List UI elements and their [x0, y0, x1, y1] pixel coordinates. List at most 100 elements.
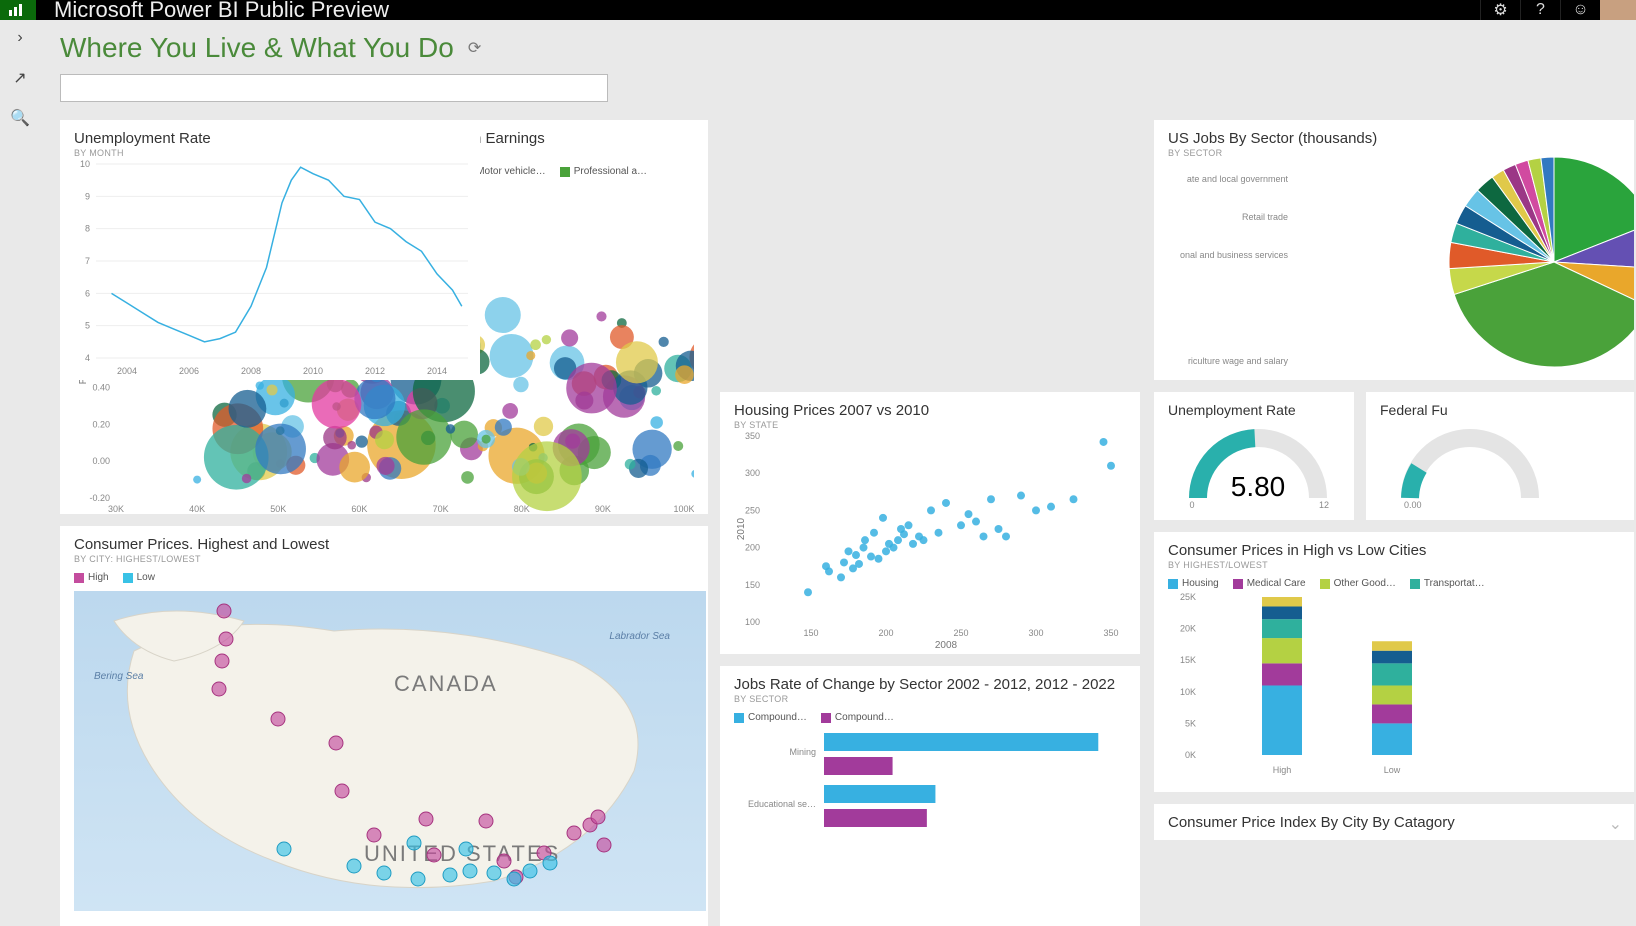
bar-chart: Mining Educational se…: [734, 723, 1134, 903]
tile-unemployment-line[interactable]: Unemployment Rate BY MONTH 4 5 6 7 8 9 10 2004 2…: [60, 120, 480, 380]
tile-title: Unemployment Rate: [1168, 402, 1340, 418]
svg-text:0.00: 0.00: [1404, 500, 1422, 508]
map: Bering Sea Labrador Sea CANADA UNITED ST…: [74, 591, 706, 911]
svg-text:12: 12: [1319, 500, 1329, 508]
svg-text:100K: 100K: [673, 504, 694, 514]
help-button[interactable]: ?: [1520, 0, 1560, 20]
search-icon: 🔍: [10, 108, 30, 128]
svg-text:350: 350: [745, 431, 760, 441]
settings-button[interactable]: ⚙: [1480, 0, 1520, 20]
svg-text:150: 150: [745, 580, 760, 590]
tile-jobs-pie[interactable]: US Jobs By Sector (thousands) BY SECTOR …: [1154, 120, 1634, 380]
tile-subtitle: BY SECTOR: [734, 694, 1126, 704]
tile-subtitle: BY CITY: HIGHEST/LOWEST: [74, 554, 694, 564]
qa-input[interactable]: [60, 74, 608, 102]
pie-chart: [1424, 152, 1634, 372]
svg-text:10K: 10K: [1180, 687, 1196, 697]
svg-text:Educational se…: Educational se…: [748, 799, 816, 809]
nav-expand-button[interactable]: ›: [8, 26, 32, 50]
tile-consumer-bars[interactable]: Consumer Prices in High vs Low Cities BY…: [1154, 532, 1634, 792]
tile-title: Federal Fu: [1380, 402, 1620, 418]
svg-text:300: 300: [1028, 628, 1043, 638]
app-logo[interactable]: [0, 0, 36, 20]
gear-icon: ⚙: [1493, 0, 1507, 20]
svg-text:70K: 70K: [433, 504, 449, 514]
svg-text:5.80: 5.80: [1231, 471, 1286, 502]
chart-legend: HighLow: [74, 572, 694, 583]
tile-unemp-gauge[interactable]: Unemployment Rate 5.80012: [1154, 392, 1354, 520]
svg-text:300: 300: [745, 468, 760, 478]
svg-text:2004: 2004: [117, 366, 137, 376]
gauge-chart: 0.00: [1380, 418, 1560, 508]
svg-text:7: 7: [85, 256, 90, 266]
svg-text:100: 100: [745, 617, 760, 627]
svg-text:200: 200: [745, 543, 760, 553]
page-title: Where You Live & What You Do: [60, 32, 454, 64]
pie-label: onal and business services: [1168, 250, 1288, 260]
svg-text:Low: Low: [1384, 765, 1401, 775]
tile-subtitle: BY MONTH: [74, 148, 466, 158]
svg-text:-0.20: -0.20: [89, 493, 110, 503]
svg-text:25K: 25K: [1180, 592, 1196, 602]
svg-text:9: 9: [85, 191, 90, 201]
svg-text:2014: 2014: [427, 366, 447, 376]
svg-text:50K: 50K: [270, 504, 286, 514]
svg-text:80K: 80K: [514, 504, 530, 514]
tile-title: US Jobs By Sector (thousands): [1168, 130, 1620, 147]
tile-fed-gauge[interactable]: Federal Fu 0.00: [1366, 392, 1634, 520]
chevron-down-icon[interactable]: ⌄: [1609, 814, 1622, 834]
gauge-chart: 5.80012: [1168, 418, 1348, 508]
refresh-icon[interactable]: ⟳: [468, 38, 481, 58]
tile-cpi[interactable]: Consumer Price Index By City By Catagory…: [1154, 804, 1634, 840]
svg-text:2012: 2012: [365, 366, 385, 376]
chart-legend: HousingMedical CareOther Good…Transporta…: [1168, 578, 1620, 589]
svg-text:90K: 90K: [595, 504, 611, 514]
svg-text:250: 250: [745, 505, 760, 515]
tile-jobs-change[interactable]: Jobs Rate of Change by Sector 2002 - 201…: [720, 666, 1140, 926]
line-chart: 45678910200420062008201020122014: [74, 158, 474, 378]
chart-legend: Compound…Compound…: [734, 712, 1126, 723]
tile-title: Consumer Prices. Highest and Lowest: [74, 536, 694, 553]
tile-housing[interactable]: Housing Prices 2007 vs 2010 BY STATE 100…: [720, 392, 1140, 654]
svg-text:2008: 2008: [935, 640, 958, 650]
svg-text:4: 4: [85, 353, 90, 363]
svg-text:8: 8: [85, 224, 90, 234]
nav-share-button[interactable]: ↗: [8, 66, 32, 90]
stacked-bar-chart: 0K5K10K15K20K25KHighLow: [1168, 589, 1468, 779]
tile-title: Jobs Rate of Change by Sector 2002 - 201…: [734, 676, 1126, 693]
svg-text:0.00: 0.00: [92, 456, 110, 466]
tile-title: Housing Prices 2007 vs 2010: [734, 402, 1126, 419]
smile-icon: ☺: [1572, 1, 1588, 19]
svg-text:15K: 15K: [1180, 655, 1196, 665]
svg-text:40K: 40K: [189, 504, 205, 514]
tile-consumer-map[interactable]: Consumer Prices. Highest and Lowest BY C…: [60, 526, 708, 926]
svg-text:Mining: Mining: [789, 747, 816, 757]
tile-subtitle: BY STATE: [734, 420, 1126, 430]
svg-text:60K: 60K: [351, 504, 367, 514]
svg-text:200: 200: [878, 628, 893, 638]
pie-label: Retail trade: [1168, 212, 1288, 222]
nav-search-button[interactable]: 🔍: [8, 106, 32, 130]
svg-text:6: 6: [85, 288, 90, 298]
svg-text:10: 10: [80, 159, 90, 169]
svg-text:0.20: 0.20: [92, 419, 110, 429]
svg-text:250: 250: [953, 628, 968, 638]
tile-title: Consumer Price Index By City By Catagory: [1168, 814, 1620, 831]
tile-subtitle: BY HIGHEST/LOWEST: [1168, 560, 1620, 570]
svg-text:30K: 30K: [108, 504, 124, 514]
svg-text:20K: 20K: [1180, 624, 1196, 634]
svg-text:350: 350: [1103, 628, 1118, 638]
pie-label: ate and local government: [1168, 174, 1288, 184]
nav-rail: › ↗ 🔍: [0, 20, 40, 920]
svg-text:5K: 5K: [1185, 718, 1196, 728]
tile-title: Unemployment Rate: [74, 130, 466, 147]
chevron-right-icon: ›: [17, 29, 22, 47]
feedback-button[interactable]: ☺: [1560, 0, 1600, 20]
user-avatar[interactable]: [1600, 0, 1636, 20]
svg-text:0K: 0K: [1185, 750, 1196, 760]
svg-text:0.40: 0.40: [92, 382, 110, 392]
scatter-chart: 1001502002503003501502002503003502010200…: [734, 430, 1134, 650]
pie-label: riculture wage and salary: [1168, 356, 1288, 366]
svg-text:5: 5: [85, 321, 90, 331]
arrow-up-right-icon: ↗: [13, 68, 26, 88]
